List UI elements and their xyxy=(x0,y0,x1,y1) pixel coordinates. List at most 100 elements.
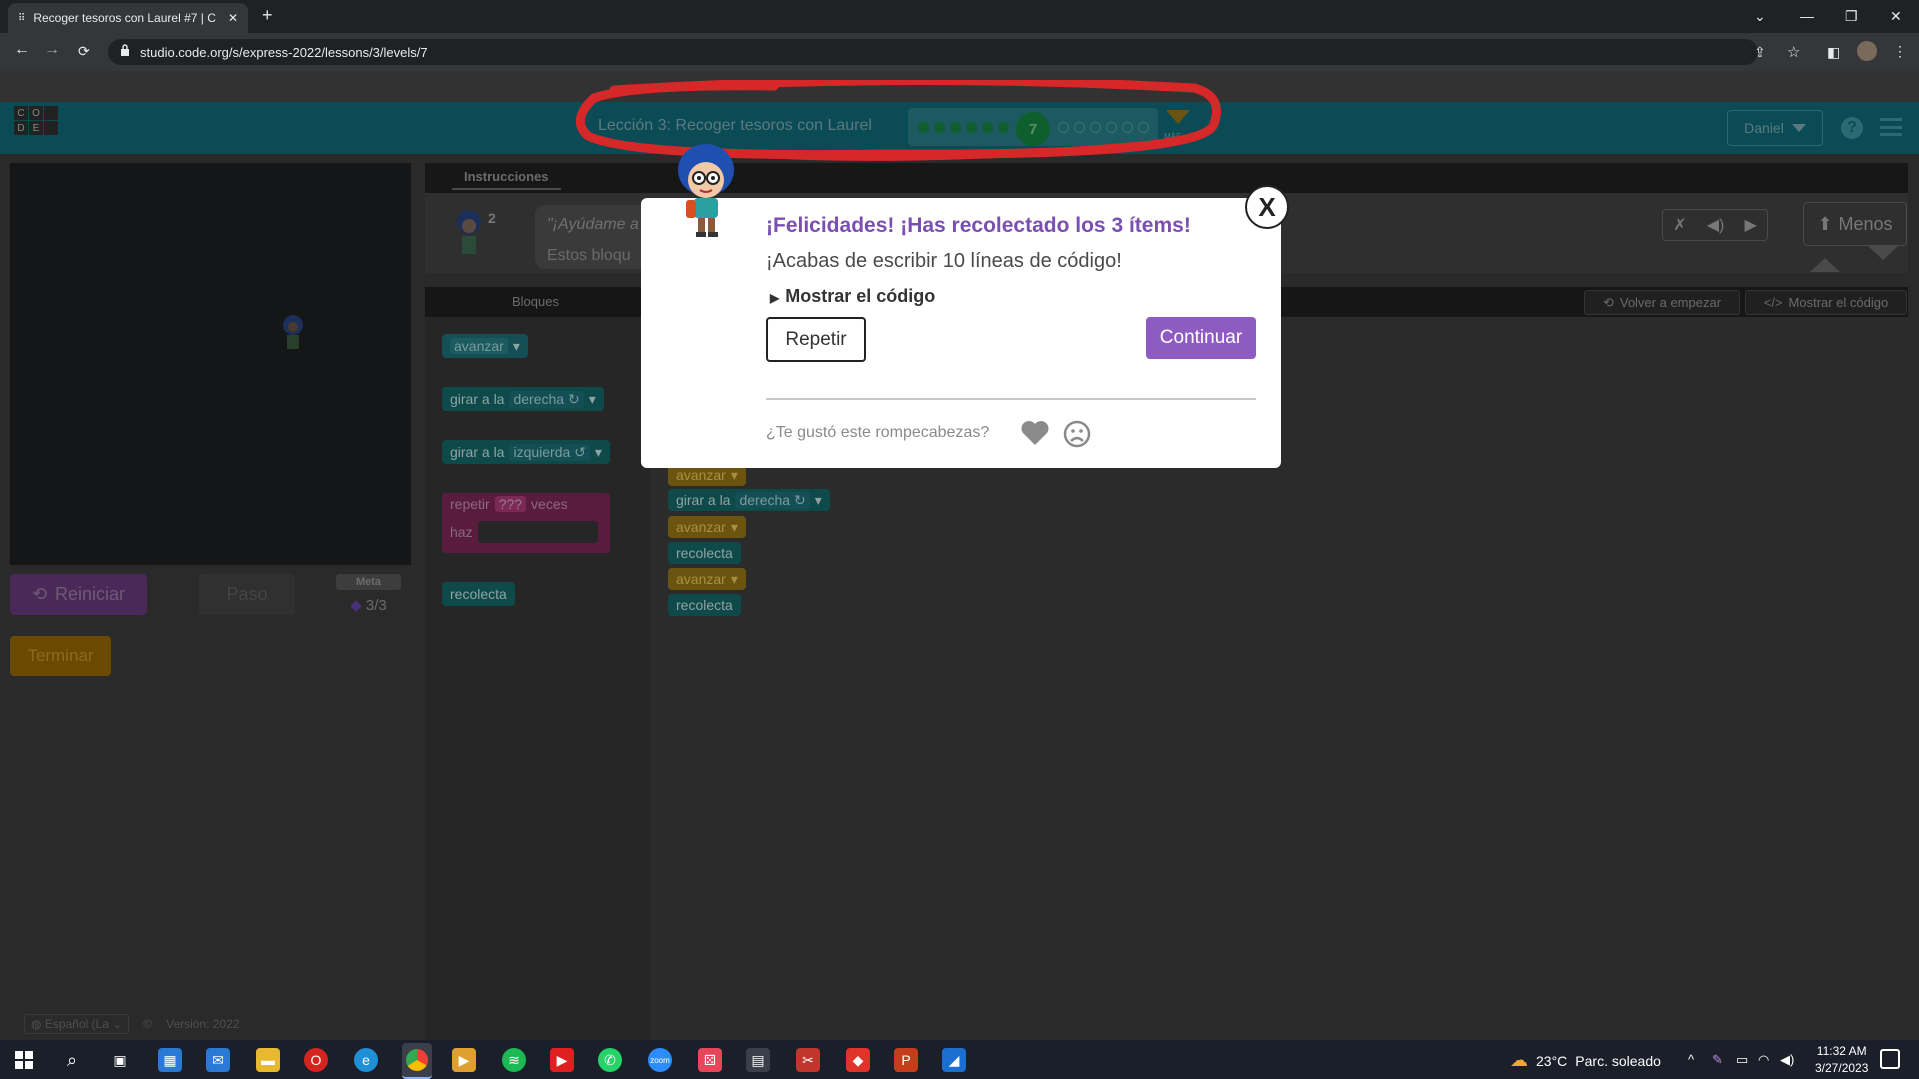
speaker-icon[interactable]: ◀) xyxy=(1707,215,1725,235)
game-stage[interactable] xyxy=(10,163,411,565)
side-panel-icon[interactable]: ◧ xyxy=(1827,44,1840,61)
continue-button[interactable]: Continuar xyxy=(1146,317,1256,359)
block-girar-derecha[interactable]: girar a la derecha ↻ ▾ xyxy=(442,387,604,411)
laurel-avatar xyxy=(452,208,486,260)
pen-icon[interactable]: ✎ xyxy=(1712,1052,1723,1068)
dice-app-icon[interactable]: ⚄ xyxy=(698,1048,722,1072)
restart-icon: ⟲ xyxy=(1602,294,1614,310)
triangle-right-icon: ▶ xyxy=(770,291,780,305)
calculator-icon[interactable]: ▤ xyxy=(746,1048,770,1072)
media-player-icon[interactable]: ▶ xyxy=(452,1048,476,1072)
code-org-logo[interactable]: C O D E xyxy=(14,106,58,150)
copyright-icon[interactable]: © xyxy=(143,1017,152,1031)
repeat-button[interactable]: Repetir xyxy=(766,317,866,362)
feedback-question: ¿Te gustó este rompecabezas? xyxy=(766,424,990,441)
tab-search-icon[interactable]: ⌄ xyxy=(1754,8,1766,25)
block-dropdown[interactable]: izquierda ↺ xyxy=(509,443,590,461)
collapse-instructions-button[interactable]: ⬆ Menos xyxy=(1803,202,1907,246)
browser-tab[interactable]: ⠿ Recoger tesoros con Laurel #7 | C ✕ xyxy=(8,3,248,33)
instructions-quote: "¡Ayúdame a xyxy=(547,216,639,233)
dialog-title: ¡Felicidades! ¡Has recolectado los 3 íte… xyxy=(766,214,1191,237)
profile-avatar[interactable] xyxy=(1857,41,1877,61)
block-dropdown[interactable]: derecha ↻ xyxy=(735,491,810,509)
task-view-icon[interactable]: ▣ xyxy=(108,1048,132,1072)
block-girar-izquierda[interactable]: girar a la izquierda ↺ ▾ xyxy=(442,440,610,464)
caret-down-icon xyxy=(1791,124,1806,132)
language-select[interactable]: ◍ Español (La ⌄ xyxy=(24,1014,130,1034)
opera-icon[interactable]: O xyxy=(304,1048,328,1072)
reset-icon: ⟲ xyxy=(31,584,48,604)
tray-chevron-icon[interactable]: ^ xyxy=(1688,1052,1694,1067)
url-field[interactable]: studio.code.org/s/express-2022/lessons/3… xyxy=(108,39,1758,65)
play-icon[interactable]: ▶ xyxy=(1745,215,1757,235)
minimize-icon[interactable]: — xyxy=(1800,8,1814,24)
spotify-icon[interactable]: ≋ xyxy=(502,1048,526,1072)
weather-icon: ☁ xyxy=(1510,1050,1528,1070)
reset-button[interactable]: ⟲ Reiniciar xyxy=(10,574,147,615)
sad-face-icon[interactable] xyxy=(1062,419,1092,449)
program-block[interactable]: recolecta xyxy=(668,594,741,616)
block-dropdown[interactable]: derecha ↻ xyxy=(509,390,584,408)
mute-icon[interactable]: ✗ xyxy=(1673,215,1686,235)
show-code-button[interactable]: </> Mostrar el código xyxy=(1745,290,1907,315)
snipping-app-icon[interactable]: ✂ xyxy=(796,1048,820,1072)
program-block[interactable]: avanzar ▾ xyxy=(668,568,746,590)
system-clock[interactable]: 11:32 AM 3/27/2023 xyxy=(1815,1043,1868,1077)
reset-label: Reiniciar xyxy=(55,584,126,604)
window-close-icon[interactable]: ✕ xyxy=(1890,8,1902,25)
show-code-toggle[interactable]: ▶ Mostrar el código xyxy=(770,286,935,307)
weather-widget[interactable]: ☁ 23°C Parc. soleado xyxy=(1510,1050,1661,1071)
resize-up-icon[interactable] xyxy=(1810,258,1840,272)
user-menu[interactable]: Daniel xyxy=(1727,110,1823,146)
heart-icon[interactable] xyxy=(1020,419,1050,447)
step-button[interactable]: Paso xyxy=(199,574,295,615)
search-icon[interactable]: ⌕ xyxy=(60,1048,84,1072)
finish-button[interactable]: Terminar xyxy=(10,636,111,676)
photos-icon[interactable]: ◢ xyxy=(942,1048,966,1072)
anydesk-icon[interactable]: ◆ xyxy=(846,1048,870,1072)
whatsapp-icon[interactable]: ✆ xyxy=(598,1048,622,1072)
dropdown-icon: ▾ xyxy=(512,337,520,354)
zoom-icon[interactable]: zoom xyxy=(648,1048,672,1072)
restart-code-button[interactable]: ⟲ Volver a empezar xyxy=(1584,290,1740,315)
file-explorer-icon[interactable]: ▬ xyxy=(256,1048,280,1072)
gem-icon: ◆ xyxy=(350,597,362,614)
program-block[interactable]: girar a la derecha ↻ ▾ xyxy=(668,489,830,511)
bookmark-star-icon[interactable]: ☆ xyxy=(1787,43,1800,61)
restore-icon[interactable]: ❐ xyxy=(1845,8,1858,25)
notification-icon[interactable] xyxy=(1880,1049,1900,1069)
resize-down-icon[interactable] xyxy=(1868,246,1898,260)
dropdown-icon: ▾ xyxy=(730,518,738,535)
browser-tabstrip xyxy=(0,0,1919,33)
reload-icon[interactable]: ⟳ xyxy=(78,43,90,60)
block-recolecta[interactable]: recolecta xyxy=(442,582,515,606)
show-code-label: Mostrar el código xyxy=(1788,295,1889,310)
tab-close-icon[interactable]: ✕ xyxy=(228,11,238,25)
browser-menu-icon[interactable]: ⋮ xyxy=(1893,43,1907,60)
store-icon[interactable]: ▦ xyxy=(158,1048,182,1072)
dialog-close-button[interactable]: X xyxy=(1245,185,1289,229)
program-block[interactable]: recolecta xyxy=(668,542,741,564)
dialog-subtitle: ¡Acabas de escribir 10 líneas de código! xyxy=(766,250,1122,272)
youtube-icon[interactable]: ▶ xyxy=(550,1048,574,1072)
powerpoint-icon[interactable]: P xyxy=(894,1048,918,1072)
edge-icon[interactable]: e xyxy=(354,1048,378,1072)
chrome-icon[interactable] xyxy=(402,1043,432,1079)
tab-instructions[interactable]: Instrucciones xyxy=(452,165,561,190)
mail-icon[interactable]: ✉ xyxy=(206,1048,230,1072)
block-input[interactable]: ??? xyxy=(494,496,527,512)
help-icon[interactable]: ? xyxy=(1841,117,1863,139)
new-tab-button[interactable]: + xyxy=(262,5,273,26)
windows-start-icon[interactable] xyxy=(12,1048,36,1072)
block-avanzar[interactable]: avanzar ▾ xyxy=(442,334,528,358)
volume-icon[interactable]: ◀) xyxy=(1780,1052,1794,1068)
block-repetir[interactable]: repetir ??? veces haz xyxy=(442,493,610,553)
share-icon[interactable]: ⇪ xyxy=(1754,44,1766,61)
block-text: avanzar xyxy=(676,571,726,587)
battery-icon[interactable]: ▭ xyxy=(1736,1052,1748,1068)
program-block[interactable]: avanzar ▾ xyxy=(668,516,746,538)
back-button[interactable]: ← xyxy=(14,41,30,59)
hamburger-icon[interactable] xyxy=(1880,118,1902,136)
forward-button[interactable]: → xyxy=(44,41,60,59)
wifi-icon[interactable]: ◠ xyxy=(1758,1052,1769,1068)
